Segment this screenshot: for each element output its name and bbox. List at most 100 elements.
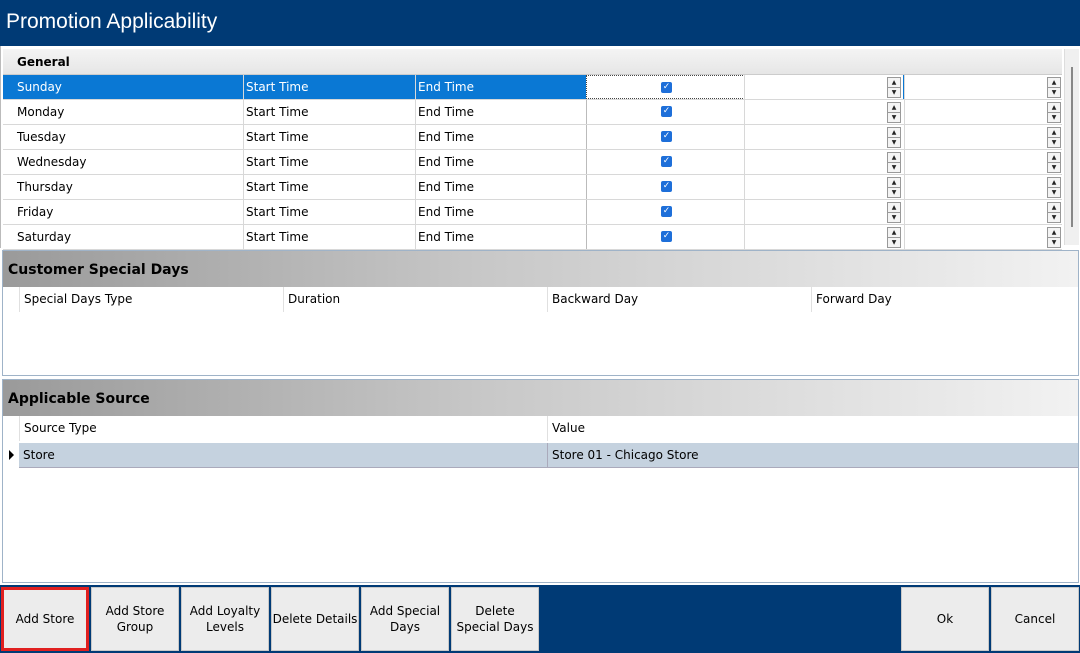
spin-buttons[interactable]: ▲ ▼	[1047, 177, 1061, 198]
start-time-cell[interactable]: Start Time	[243, 100, 416, 124]
spin-up-icon[interactable]: ▲	[888, 128, 900, 138]
end-time-spinner[interactable]: ▲ ▼	[904, 200, 1063, 224]
end-time-cell[interactable]: End Time	[415, 125, 588, 149]
spin-down-icon[interactable]: ▼	[888, 88, 900, 97]
add-store-button[interactable]: Add Store	[1, 587, 89, 651]
spin-up-icon[interactable]: ▲	[1048, 128, 1060, 138]
start-time-cell[interactable]: Start Time	[243, 150, 416, 174]
day-row[interactable]: Sunday Start Time End Time ✓ ▲ ▼ ▲ ▼	[3, 75, 1063, 100]
start-time-spinner[interactable]: ▲ ▼	[744, 125, 903, 149]
start-time-spinner[interactable]: ▲ ▼	[744, 200, 903, 224]
spin-down-icon[interactable]: ▼	[1048, 188, 1060, 197]
start-time-spinner[interactable]: ▲ ▼	[744, 100, 903, 124]
checkbox-checked-icon[interactable]: ✓	[661, 131, 672, 142]
end-time-spinner[interactable]: ▲ ▼	[904, 225, 1063, 249]
delete-special-days-button[interactable]: Delete Special Days	[451, 587, 539, 651]
end-time-spinner[interactable]: ▲ ▼	[904, 75, 1063, 99]
day-row[interactable]: Thursday Start Time End Time ✓ ▲ ▼ ▲ ▼	[3, 175, 1062, 200]
day-row[interactable]: Friday Start Time End Time ✓ ▲ ▼ ▲ ▼	[3, 200, 1062, 225]
end-time-cell[interactable]: End Time	[415, 100, 588, 124]
col-backward-day[interactable]: Backward Day	[547, 287, 812, 312]
scrollbar-thumb[interactable]	[1071, 67, 1073, 227]
enabled-cell[interactable]: ✓	[586, 175, 744, 199]
spin-up-icon[interactable]: ▲	[888, 103, 900, 113]
checkbox-checked-icon[interactable]: ✓	[661, 231, 672, 242]
end-time-cell[interactable]: End Time	[415, 175, 588, 199]
spin-buttons[interactable]: ▲ ▼	[1047, 102, 1061, 123]
spin-buttons[interactable]: ▲ ▼	[1047, 77, 1061, 98]
checkbox-checked-icon[interactable]: ✓	[661, 156, 672, 167]
day-cell[interactable]: Wednesday	[17, 150, 241, 174]
spin-down-icon[interactable]: ▼	[888, 188, 900, 197]
day-row[interactable]: Monday Start Time End Time ✓ ▲ ▼ ▲ ▼	[3, 100, 1062, 125]
start-time-cell[interactable]: Start Time	[243, 175, 416, 199]
spin-down-icon[interactable]: ▼	[1048, 88, 1060, 97]
spin-up-icon[interactable]: ▲	[1048, 228, 1060, 238]
col-source-type[interactable]: Source Type	[19, 416, 548, 441]
source-value-cell[interactable]: Store 01 - Chicago Store	[547, 443, 1079, 467]
spin-down-icon[interactable]: ▼	[888, 113, 900, 122]
spin-down-icon[interactable]: ▼	[888, 138, 900, 147]
enabled-cell[interactable]: ✓	[586, 200, 744, 224]
end-time-cell[interactable]: End Time	[415, 150, 588, 174]
end-time-spinner[interactable]: ▲ ▼	[904, 125, 1063, 149]
spin-up-icon[interactable]: ▲	[888, 228, 900, 238]
cancel-button[interactable]: Cancel	[991, 587, 1079, 651]
end-time-spinner[interactable]: ▲ ▼	[904, 175, 1063, 199]
end-time-spinner[interactable]: ▲ ▼	[904, 100, 1063, 124]
start-time-spinner[interactable]: ▲ ▼	[744, 75, 903, 99]
source-type-cell[interactable]: Store	[19, 443, 547, 467]
spin-down-icon[interactable]: ▼	[1048, 113, 1060, 122]
day-cell[interactable]: Thursday	[17, 175, 241, 199]
spin-buttons[interactable]: ▲ ▼	[1047, 152, 1061, 173]
start-time-spinner[interactable]: ▲ ▼	[744, 175, 903, 199]
spin-buttons[interactable]: ▲ ▼	[887, 152, 901, 173]
spin-up-icon[interactable]: ▲	[888, 178, 900, 188]
end-time-cell[interactable]: End Time	[415, 75, 588, 99]
start-time-cell[interactable]: Start Time	[243, 200, 416, 224]
enabled-cell[interactable]: ✓	[586, 75, 745, 99]
spin-down-icon[interactable]: ▼	[888, 213, 900, 222]
start-time-cell[interactable]: Start Time	[243, 225, 416, 249]
spin-down-icon[interactable]: ▼	[1048, 238, 1060, 247]
add-loyalty-levels-button[interactable]: Add Loyalty Levels	[181, 587, 269, 651]
day-cell[interactable]: Saturday	[17, 225, 241, 249]
day-cell[interactable]: Friday	[17, 200, 241, 224]
checkbox-checked-icon[interactable]: ✓	[661, 82, 672, 93]
ok-button[interactable]: Ok	[901, 587, 989, 651]
day-cell[interactable]: Tuesday	[17, 125, 241, 149]
enabled-cell[interactable]: ✓	[586, 125, 744, 149]
general-scrollbar[interactable]	[1064, 49, 1079, 245]
spin-buttons[interactable]: ▲ ▼	[1047, 127, 1061, 148]
spin-up-icon[interactable]: ▲	[1048, 103, 1060, 113]
spin-up-icon[interactable]: ▲	[888, 153, 900, 163]
enabled-cell[interactable]: ✓	[586, 150, 744, 174]
spin-buttons[interactable]: ▲ ▼	[887, 102, 901, 123]
spin-up-icon[interactable]: ▲	[888, 78, 900, 88]
spin-up-icon[interactable]: ▲	[888, 203, 900, 213]
start-time-spinner[interactable]: ▲ ▼	[744, 150, 903, 174]
spin-up-icon[interactable]: ▲	[1048, 153, 1060, 163]
spin-down-icon[interactable]: ▼	[888, 163, 900, 172]
start-time-cell[interactable]: Start Time	[243, 125, 416, 149]
spin-buttons[interactable]: ▲ ▼	[887, 77, 901, 98]
spin-down-icon[interactable]: ▼	[1048, 163, 1060, 172]
spin-up-icon[interactable]: ▲	[1048, 78, 1060, 88]
spin-up-icon[interactable]: ▲	[1048, 203, 1060, 213]
spin-down-icon[interactable]: ▼	[1048, 213, 1060, 222]
col-value[interactable]: Value	[547, 416, 1079, 441]
start-time-spinner[interactable]: ▲ ▼	[744, 225, 903, 249]
end-time-spinner[interactable]: ▲ ▼	[904, 150, 1063, 174]
add-special-days-button[interactable]: Add Special Days	[361, 587, 449, 651]
spin-down-icon[interactable]: ▼	[888, 238, 900, 247]
spin-down-icon[interactable]: ▼	[1048, 138, 1060, 147]
delete-details-button[interactable]: Delete Details	[271, 587, 359, 651]
spin-buttons[interactable]: ▲ ▼	[887, 202, 901, 223]
end-time-cell[interactable]: End Time	[415, 225, 588, 249]
day-row[interactable]: Saturday Start Time End Time ✓ ▲ ▼ ▲ ▼	[3, 225, 1062, 250]
end-time-cell[interactable]: End Time	[415, 200, 588, 224]
spin-buttons[interactable]: ▲ ▼	[887, 177, 901, 198]
day-row[interactable]: Tuesday Start Time End Time ✓ ▲ ▼ ▲ ▼	[3, 125, 1062, 150]
enabled-cell[interactable]: ✓	[586, 225, 744, 249]
spin-buttons[interactable]: ▲ ▼	[1047, 202, 1061, 223]
